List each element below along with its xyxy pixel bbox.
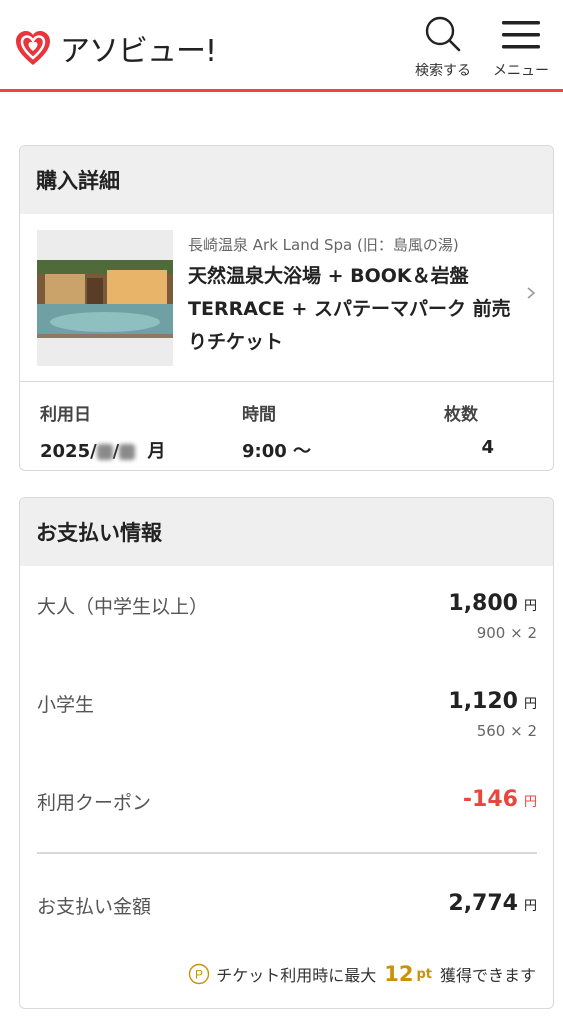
- payment-info-card: お支払い情報 大人（中学生以上） 1,800 円 900 × 2 小学生 1,12…: [19, 497, 554, 1009]
- yen-unit: 円: [523, 599, 537, 614]
- total-label: お支払い金額: [37, 896, 152, 918]
- price-row-detail: 560 × 2: [476, 722, 537, 740]
- usage-date-value: 2025/: [40, 441, 97, 462]
- point-coin-icon: P: [189, 963, 210, 985]
- yen-unit: 円: [523, 795, 537, 810]
- points-unit: pt: [416, 966, 432, 982]
- usage-date-label: 利用日: [40, 405, 91, 425]
- product-link[interactable]: 長崎温泉 Ark Land Spa (旧：島風の湯) 天然温泉大浴場 + BOO…: [20, 214, 553, 382]
- points-text-before: チケット利用時に最大: [216, 966, 377, 985]
- total-amount: 2,774: [448, 891, 518, 916]
- usage-date: 利用日 2025// 月: [40, 400, 166, 463]
- price-row-label: 小学生: [37, 694, 95, 716]
- points-text-after: 獲得できます: [439, 966, 536, 985]
- redacted-month: [96, 444, 113, 460]
- redacted-day: [119, 444, 136, 460]
- search-icon: [425, 16, 461, 52]
- purchase-details-card: 購入詳細 長崎温泉 Ark Land Spa (旧：島風の湯) 天然温泉大浴場 …: [19, 145, 554, 471]
- hamburger-menu-icon: [502, 21, 540, 49]
- asoview-logo-icon: [16, 31, 50, 65]
- usage-time-value: 9:00 〜: [242, 441, 312, 462]
- app-header: アソビュー! 検索する メニュー: [0, 0, 563, 92]
- menu-button[interactable]: メニュー: [484, 14, 558, 80]
- svg-text:P: P: [195, 968, 203, 982]
- payment-info-title: お支払い情報: [20, 498, 553, 566]
- search-button[interactable]: 検索する: [408, 14, 478, 80]
- points-notice: P チケット利用時に最大 12 pt 獲得できます: [188, 962, 536, 986]
- price-row-amount: 1,120: [448, 689, 518, 714]
- search-label: 検索する: [415, 63, 471, 79]
- usage-time-label: 時間: [242, 405, 276, 425]
- points-value: 12: [384, 962, 414, 986]
- ticket-count: 枚数 4: [444, 400, 494, 458]
- chevron-right-icon: [527, 287, 536, 299]
- menu-label: メニュー: [493, 63, 549, 79]
- purchase-details-title: 購入詳細: [20, 146, 553, 214]
- divider: [37, 852, 537, 854]
- facility-name: 長崎温泉 Ark Land Spa (旧：島風の湯): [188, 236, 459, 254]
- logo[interactable]: アソビュー!: [12, 26, 217, 70]
- ticket-count-label: 枚数: [444, 405, 478, 425]
- logo-text: アソビュー!: [60, 34, 217, 69]
- reservation-meta: 利用日 2025// 月 時間 9:00 〜 枚数 4: [20, 400, 553, 470]
- usage-time: 時間 9:00 〜: [242, 400, 311, 463]
- yen-unit: 円: [523, 697, 537, 712]
- product-thumbnail: [37, 230, 173, 366]
- product-name: 天然温泉大浴場 + BOOK＆岩盤TERRACE + スパテーマパーク 前売りチ…: [188, 265, 511, 353]
- usage-weekday: 月: [147, 441, 166, 462]
- price-row-label: 利用クーポン: [37, 792, 152, 814]
- coupon-discount-amount: -146: [462, 787, 518, 812]
- price-row-amount: 1,800: [448, 591, 518, 616]
- price-row-detail: 900 × 2: [476, 624, 537, 642]
- yen-unit: 円: [523, 899, 537, 914]
- price-row-label: 大人（中学生以上）: [37, 596, 209, 618]
- ticket-count-value: 4: [481, 437, 494, 458]
